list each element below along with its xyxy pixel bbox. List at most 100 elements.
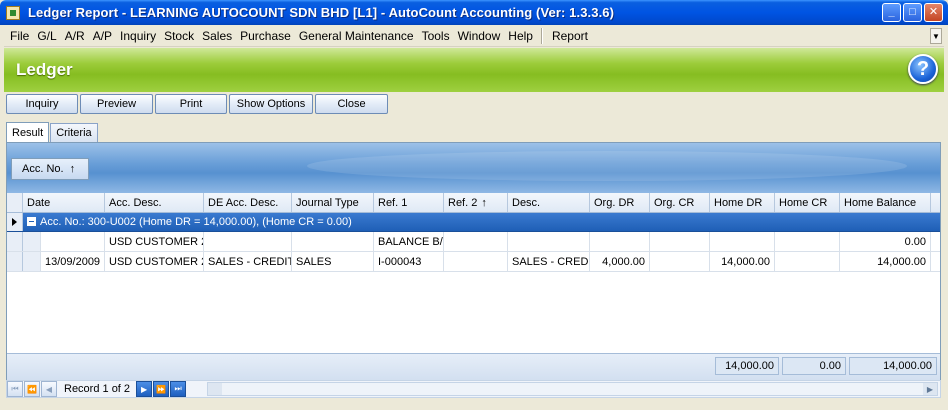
cell-org-cr[interactable] — [650, 252, 710, 271]
cell-home-dr[interactable]: 14,000.00 — [710, 252, 775, 271]
menu-sales[interactable]: Sales — [198, 29, 236, 43]
menu-help[interactable]: Help — [504, 29, 537, 43]
cell-de-acc-desc[interactable] — [204, 232, 292, 251]
previous-record-icon[interactable]: ◀ — [41, 381, 57, 397]
group-indent — [23, 232, 41, 251]
close-window-button[interactable]: ✕ — [924, 3, 943, 22]
total-home-dr: 14,000.00 — [715, 357, 779, 375]
cell-acc-desc[interactable]: USD CUSTOMER 2 — [105, 232, 204, 251]
group-by-panel: Acc. No. ↑ — [7, 143, 940, 193]
cell-ref-2[interactable] — [444, 232, 508, 251]
sort-ascending-icon: ↑ — [481, 196, 487, 209]
cell-org-dr[interactable] — [590, 232, 650, 251]
cell-acc-desc[interactable]: USD CUSTOMER 2 — [105, 252, 204, 271]
print-button[interactable]: Print — [155, 94, 227, 114]
group-row[interactable]: Acc. No.: 300-U002 (Home DR = 14,000.00)… — [7, 213, 940, 232]
sort-ascending-icon: ↑ — [69, 163, 76, 175]
col-journal-type[interactable]: Journal Type — [292, 193, 374, 212]
preview-button[interactable]: Preview — [80, 94, 153, 114]
cell-desc[interactable] — [508, 232, 590, 251]
menu-window[interactable]: Window — [454, 29, 505, 43]
cell-ref-1[interactable]: BALANCE B/F — [374, 232, 444, 251]
menu-file[interactable]: File — [6, 29, 33, 43]
maximize-button[interactable]: □ — [903, 3, 922, 22]
col-acc-desc[interactable]: Acc. Desc. — [105, 193, 204, 212]
menu-bar: File G/L A/R A/P Inquiry Stock Sales Pur… — [4, 25, 944, 47]
cell-de-acc-desc[interactable]: SALES - CREDIT — [204, 252, 292, 271]
report-header: Ledger ? — [4, 48, 944, 92]
menu-tools[interactable]: Tools — [418, 29, 454, 43]
menu-gl[interactable]: G/L — [33, 29, 60, 43]
col-home-dr[interactable]: Home DR — [710, 193, 775, 212]
row-indicator-header — [7, 193, 23, 212]
tab-strip: Result Criteria — [6, 122, 98, 143]
menu-inquiry[interactable]: Inquiry — [116, 29, 160, 43]
col-de-acc-desc[interactable]: DE Acc. Desc. — [204, 193, 292, 212]
cell-desc[interactable]: SALES - CREDIT — [508, 252, 590, 271]
table-row[interactable]: USD CUSTOMER 2 BALANCE B/F 0.00 — [7, 232, 940, 252]
grid-footer: 14,000.00 0.00 14,000.00 — [7, 353, 940, 381]
app-icon[interactable] — [6, 5, 20, 20]
menu-separator — [540, 27, 542, 44]
row-indicator — [7, 232, 23, 251]
cell-date[interactable] — [41, 232, 105, 251]
current-row-indicator-icon — [7, 213, 23, 231]
menu-purchase[interactable]: Purchase — [236, 29, 295, 43]
tab-criteria[interactable]: Criteria — [50, 123, 98, 142]
col-org-dr[interactable]: Org. DR — [590, 193, 650, 212]
col-ref-2[interactable]: Ref. 2 ↑ — [444, 193, 508, 212]
cell-home-dr[interactable] — [710, 232, 775, 251]
record-navigator: ⏮ ⏪ ◀ Record 1 of 2 ▶ ⏩ ⏭ ▶ — [6, 380, 941, 398]
col-desc[interactable]: Desc. — [508, 193, 590, 212]
menu-ar[interactable]: A/R — [61, 29, 89, 43]
group-row-text: Acc. No.: 300-U002 (Home DR = 14,000.00)… — [40, 216, 352, 228]
cell-ref-1[interactable]: I-000043 — [374, 252, 444, 271]
ledger-grid: Date Acc. Desc. DE Acc. Desc. Journal Ty… — [7, 193, 940, 272]
collapse-icon[interactable] — [27, 217, 36, 226]
col-ref-2-label: Ref. 2 — [448, 196, 478, 209]
show-options-button[interactable]: Show Options — [229, 94, 313, 114]
grid-header: Date Acc. Desc. DE Acc. Desc. Journal Ty… — [7, 193, 940, 213]
next-record-icon[interactable]: ▶ — [136, 381, 153, 397]
last-page-icon[interactable]: ⏭ — [170, 381, 187, 397]
cell-journal-type[interactable] — [292, 232, 374, 251]
record-counter: Record 1 of 2 — [64, 383, 131, 395]
row-indicator — [7, 252, 23, 271]
page-title: Ledger — [16, 60, 73, 79]
cell-date[interactable]: 13/09/2009 — [41, 252, 105, 271]
toolbar: Inquiry Preview Print Show Options Close — [6, 94, 388, 114]
menu-report[interactable]: Report — [548, 29, 592, 43]
previous-page-icon[interactable]: ⏪ — [24, 381, 40, 397]
inquiry-button[interactable]: Inquiry — [6, 94, 78, 114]
scroll-right-icon[interactable]: ▶ — [923, 383, 937, 395]
col-ref-1[interactable]: Ref. 1 — [374, 193, 444, 212]
menu-general-maintenance[interactable]: General Maintenance — [295, 29, 418, 43]
group-chip-label: Acc. No. — [22, 163, 64, 175]
close-button[interactable]: Close — [315, 94, 388, 114]
cell-home-balance[interactable]: 0.00 — [840, 232, 931, 251]
tab-result[interactable]: Result — [6, 122, 50, 142]
horizontal-scrollbar[interactable]: ▶ — [207, 382, 938, 396]
cell-home-cr[interactable] — [775, 232, 840, 251]
first-page-icon[interactable]: ⏮ — [7, 381, 23, 397]
next-page-icon[interactable]: ⏩ — [153, 381, 170, 397]
menu-ap[interactable]: A/P — [89, 29, 116, 43]
col-home-balance[interactable]: Home Balance — [840, 193, 931, 212]
result-panel: Acc. No. ↑ Date Acc. Desc. DE Acc. Desc.… — [6, 142, 941, 382]
cell-org-dr[interactable]: 4,000.00 — [590, 252, 650, 271]
cell-org-cr[interactable] — [650, 232, 710, 251]
cell-journal-type[interactable]: SALES — [292, 252, 374, 271]
cell-home-cr[interactable] — [775, 252, 840, 271]
minimize-button[interactable]: _ — [882, 3, 901, 22]
cell-ref-2[interactable] — [444, 252, 508, 271]
menu-stock[interactable]: Stock — [160, 29, 198, 43]
title-bar: Ledger Report - LEARNING AUTOCOUNT SDN B… — [0, 0, 948, 25]
col-org-cr[interactable]: Org. CR — [650, 193, 710, 212]
table-row[interactable]: 13/09/2009 USD CUSTOMER 2 SALES - CREDIT… — [7, 252, 940, 272]
group-chip-acc-no[interactable]: Acc. No. ↑ — [11, 158, 89, 180]
col-date[interactable]: Date — [23, 193, 105, 212]
help-icon[interactable]: ? — [908, 54, 938, 84]
col-home-cr[interactable]: Home CR — [775, 193, 840, 212]
chevron-down-icon[interactable]: ▼ — [930, 28, 942, 44]
cell-home-balance[interactable]: 14,000.00 — [840, 252, 931, 271]
